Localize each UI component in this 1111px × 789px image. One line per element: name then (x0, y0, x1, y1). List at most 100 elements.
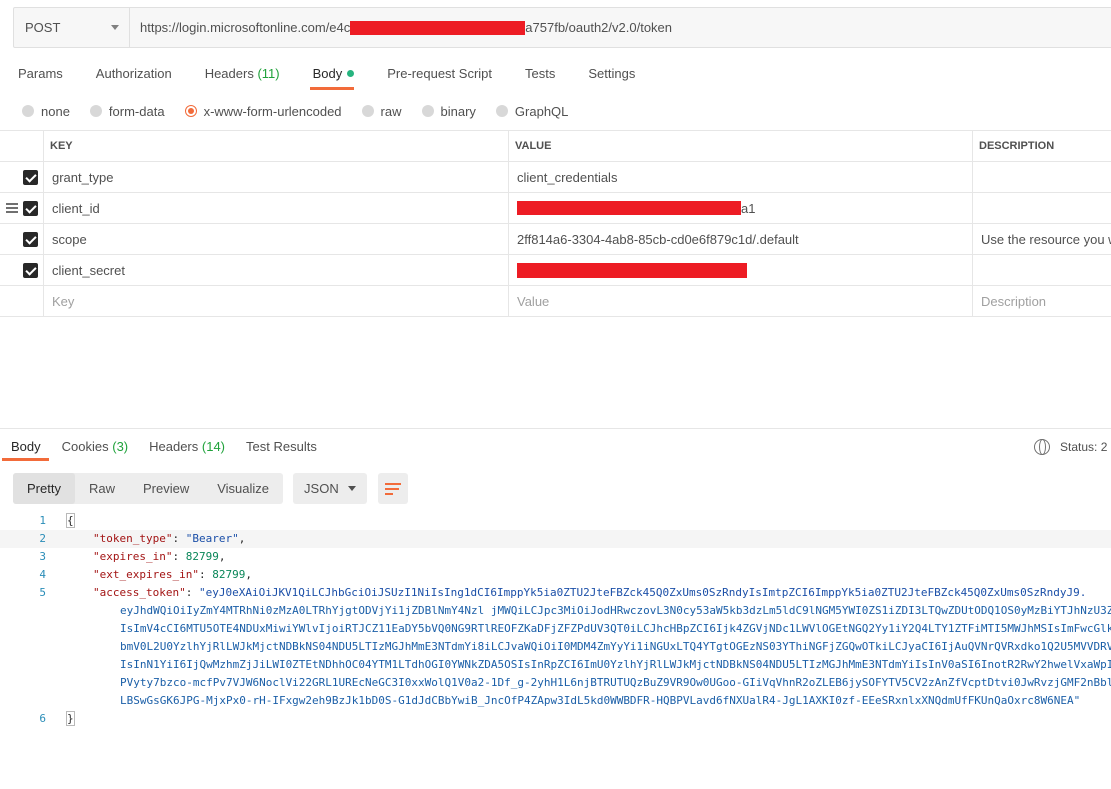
radio-icon (89, 105, 102, 117)
method-label: POST (25, 20, 61, 35)
tab-headers[interactable]: Headers (11) (187, 60, 295, 88)
radio-binary[interactable]: binary (421, 104, 476, 119)
brace-close: } (66, 711, 75, 726)
param-description[interactable] (972, 193, 1111, 223)
radio-raw[interactable]: raw (361, 104, 402, 119)
line-number: 2 (39, 532, 46, 545)
column-header-key: KEY (43, 131, 508, 161)
table-row: client_secret (0, 255, 1111, 286)
radio-x-www-form-urlencoded[interactable]: x-www-form-urlencoded (184, 104, 342, 119)
tab-pre-request-script[interactable]: Pre-request Script (369, 60, 507, 88)
radio-graphql[interactable]: GraphQL (495, 104, 568, 119)
body-indicator-dot (347, 70, 355, 77)
column-header-description: DESCRIPTION (972, 131, 1111, 161)
new-description-input[interactable]: Description (972, 286, 1111, 316)
table-row-new: Key Value Description (0, 286, 1111, 317)
new-value-input[interactable]: Value (508, 286, 972, 316)
radio-icon (22, 105, 34, 117)
param-description[interactable] (972, 255, 1111, 285)
tab-response-body[interactable]: Body (0, 434, 51, 461)
request-url-bar: POST https://login.microsoftonline.com/e… (13, 7, 1111, 48)
drag-handle-icon[interactable] (6, 203, 18, 213)
code-line-wrap: bmV0L2U0YzlhYjRlLWJkMjctNDBkNS04NDU5LTIz… (120, 640, 1111, 653)
redaction-box (350, 20, 526, 35)
format-select[interactable]: JSON (293, 473, 368, 504)
param-description[interactable]: Use the resource you w (972, 224, 1111, 254)
param-key[interactable]: client_secret (43, 255, 508, 285)
radio-icon (361, 105, 374, 117)
code-line-wrap: IsImV4cCI6MTU5OTE4NDUxMiwiYWlvIjoiRTJCZ1… (120, 622, 1111, 635)
code-line-wrap: eyJhdWQiOiIyZmY4MTRhNi0zMzA0LTRhYjgtODVj… (120, 604, 1111, 617)
radio-form-data[interactable]: form-data (89, 104, 165, 119)
format-label: JSON (304, 481, 339, 496)
tab-cookies[interactable]: Cookies (3) (51, 434, 138, 460)
radio-icon (495, 105, 508, 117)
view-raw-button[interactable]: Raw (75, 473, 129, 504)
row-checkbox[interactable] (23, 263, 38, 278)
wrap-lines-button[interactable] (378, 473, 409, 504)
line-number: 1 (39, 514, 46, 527)
table-row: grant_type client_credentials (0, 162, 1111, 193)
status-label: Status: 2 (1060, 440, 1108, 454)
tab-response-headers[interactable]: Headers (14) (138, 434, 235, 460)
view-preview-button[interactable]: Preview (129, 473, 203, 504)
response-headers-count: (14) (201, 439, 226, 454)
line-number: 6 (39, 712, 46, 725)
code-line: 6 } (0, 710, 1111, 728)
chevron-down-icon (348, 486, 357, 491)
line-number: 5 (39, 586, 46, 599)
params-table: KEY VALUE DESCRIPTION grant_type client_… (0, 130, 1111, 317)
radio-none[interactable]: none (22, 104, 70, 119)
url-prefix: https://login.microsoftonline.com/e4c (140, 20, 351, 35)
view-visualize-button[interactable]: Visualize (203, 473, 283, 504)
response-tabs: Body Cookies (3) Headers (14) Test Resul… (0, 434, 327, 462)
param-value[interactable]: a1 (508, 193, 972, 223)
new-key-input[interactable]: Key (43, 286, 508, 316)
tab-params[interactable]: Params (0, 60, 78, 88)
response-status: Status: 2 (1034, 439, 1107, 455)
radio-selected-icon (184, 105, 197, 117)
tab-authorization[interactable]: Authorization (78, 60, 187, 88)
table-header: KEY VALUE DESCRIPTION (0, 131, 1111, 162)
redaction-box (517, 201, 741, 215)
param-key[interactable]: client_id (43, 193, 508, 223)
code-line: 3 "expires_in": 82799, (0, 548, 1111, 566)
tab-body[interactable]: Body (295, 60, 370, 90)
param-key[interactable]: grant_type (43, 162, 508, 192)
response-view-bar: Pretty Raw Preview Visualize JSON (13, 473, 409, 504)
request-tabs: Params Authorization Headers (11) Body P… (0, 60, 650, 90)
column-header-value: VALUE (508, 131, 972, 161)
globe-icon[interactable] (1034, 439, 1050, 455)
brace-open: { (66, 513, 75, 528)
url-suffix: a757fb/oauth2/v2.0/token (525, 20, 673, 35)
row-checkbox[interactable] (23, 170, 38, 185)
view-pretty-button[interactable]: Pretty (13, 473, 75, 504)
url-input[interactable]: https://login.microsoftonline.com/e4c a75… (130, 8, 1111, 47)
table-row: client_id a1 (0, 193, 1111, 224)
param-description[interactable] (972, 162, 1111, 192)
cookies-count: (3) (112, 439, 129, 454)
code-line-wrap: PVyty7bzco-mcfPv7VJW6NoclVi22GRL1UREcNeG… (120, 676, 1111, 689)
table-row: scope 2ff814a6-3304-4ab8-85cb-cd0e6f879c… (0, 224, 1111, 255)
param-value[interactable]: client_credentials (508, 162, 972, 192)
pane-divider[interactable] (0, 428, 1111, 429)
view-mode-toggle: Pretty Raw Preview Visualize (13, 473, 284, 504)
row-checkbox[interactable] (23, 232, 38, 247)
response-body-code: 1 { 2 "token_type": "Bearer", 3 "expires… (0, 512, 1111, 728)
tab-tests[interactable]: Tests (507, 60, 570, 88)
code-line-wrap: LBSwGsGK6JPG-MjxPx0-rH-IFxgw2eh9BzJk1bD0… (120, 694, 1081, 707)
param-value[interactable]: 2ff814a6-3304-4ab8-85cb-cd0e6f879c1d/.de… (508, 224, 972, 254)
method-select[interactable]: POST (14, 8, 130, 47)
row-checkbox[interactable] (23, 201, 38, 216)
param-key[interactable]: scope (43, 224, 508, 254)
line-number: 3 (39, 550, 46, 563)
code-line: 2 "token_type": "Bearer", (0, 530, 1111, 548)
tab-settings[interactable]: Settings (570, 60, 650, 88)
radio-icon (421, 105, 434, 117)
headers-count: (11) (257, 66, 280, 81)
line-number: 4 (39, 568, 46, 581)
code-line: 5 "access_token": "eyJ0eXAiOiJKV1QiLCJhb… (0, 584, 1111, 602)
param-value[interactable] (508, 255, 972, 285)
redaction-box (517, 262, 747, 278)
tab-test-results[interactable]: Test Results (235, 434, 327, 460)
